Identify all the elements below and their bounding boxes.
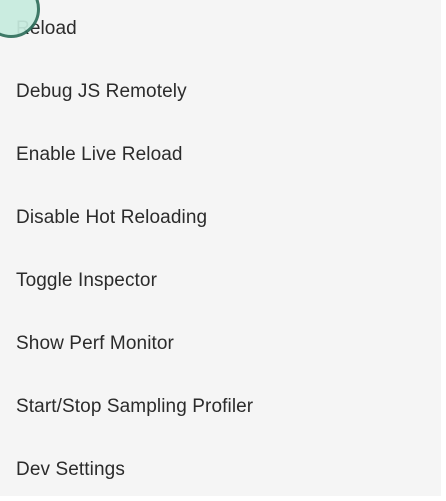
menu-item-label: Start/Stop Sampling Profiler (16, 395, 254, 417)
menu-item-label: Disable Hot Reloading (16, 206, 208, 228)
menu-item-toggle-inspector[interactable]: Toggle Inspector (0, 249, 441, 312)
menu-item-show-perf-monitor[interactable]: Show Perf Monitor (0, 312, 441, 375)
menu-item-reload[interactable]: Reload (0, 0, 441, 60)
menu-item-label: Enable Live Reload (16, 143, 183, 165)
menu-item-label: Debug JS Remotely (16, 80, 187, 102)
menu-item-label: Toggle Inspector (16, 269, 158, 291)
menu-item-debug-js-remotely[interactable]: Debug JS Remotely (0, 60, 441, 123)
menu-item-label: Show Perf Monitor (16, 332, 174, 354)
dev-menu-panel: Reload Debug JS Remotely Enable Live Rel… (0, 0, 441, 496)
menu-item-enable-live-reload[interactable]: Enable Live Reload (0, 123, 441, 186)
menu-item-sampling-profiler[interactable]: Start/Stop Sampling Profiler (0, 375, 441, 438)
menu-item-label: Dev Settings (16, 458, 125, 480)
menu-item-dev-settings[interactable]: Dev Settings (0, 438, 441, 501)
menu-item-disable-hot-reloading[interactable]: Disable Hot Reloading (0, 186, 441, 249)
